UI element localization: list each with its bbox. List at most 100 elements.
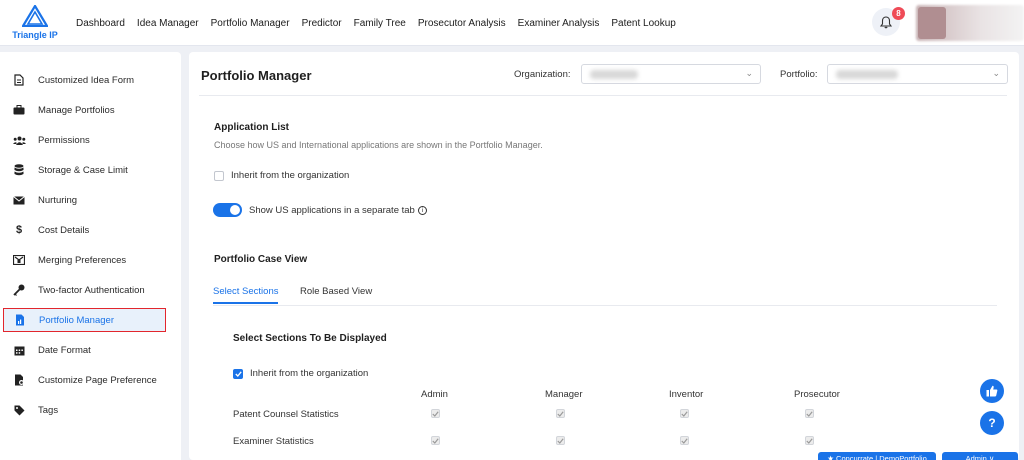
calendar-icon xyxy=(12,343,26,357)
briefcase-icon xyxy=(12,103,26,117)
sidebar-item-tags[interactable]: Tags xyxy=(3,398,166,422)
separate-tab-toggle-row: Show US applications in a separate tab i xyxy=(213,203,427,217)
sidebar-item-customized-idea-form[interactable]: Customized Idea Form xyxy=(3,68,166,92)
row-label-examiner-statistics: Examiner Statistics xyxy=(233,436,314,447)
tag-icon xyxy=(12,403,26,417)
sidebar-item-storage-case-limit[interactable]: Storage & Case Limit xyxy=(3,158,166,182)
portfolio-value-redacted xyxy=(836,70,898,79)
application-list-title: Application List xyxy=(214,122,289,133)
sidebar-item-manage-portfolios[interactable]: Manage Portfolios xyxy=(3,98,166,122)
organization-select[interactable]: ⌄ xyxy=(581,64,761,84)
nav-patent-lookup[interactable]: Patent Lookup xyxy=(611,18,676,29)
sidebar-item-customize-page-preference[interactable]: Customize Page Preference xyxy=(3,368,166,392)
header-divider xyxy=(199,95,1007,96)
sidebar-item-label: Permissions xyxy=(38,134,90,146)
tab-role-based-view[interactable]: Role Based View xyxy=(300,286,372,302)
checkbox[interactable] xyxy=(214,170,224,181)
row-label-patent-counsel-statistics: Patent Counsel Statistics xyxy=(233,409,339,420)
info-icon[interactable]: i xyxy=(417,205,427,215)
merge-icon xyxy=(12,253,26,267)
organization-label: Organization: xyxy=(514,69,571,80)
users-icon xyxy=(12,133,26,147)
nav-family-tree[interactable]: Family Tree xyxy=(354,18,406,29)
help-button[interactable]: ? xyxy=(980,411,1004,435)
separate-tab-toggle-label: Show US applications in a separate tab xyxy=(249,204,415,216)
checkbox-disabled-checked xyxy=(431,409,440,418)
sidebar-item-label: Storage & Case Limit xyxy=(38,164,128,176)
portfolio-select[interactable]: ⌄ xyxy=(827,64,1008,84)
sidebar-item-permissions[interactable]: Permissions xyxy=(3,128,166,152)
file-settings-icon xyxy=(12,373,26,387)
separate-tab-toggle[interactable] xyxy=(213,203,242,217)
settings-sidebar: Customized Idea Form Manage Portfolios P… xyxy=(0,52,181,460)
app-list-inherit-label: Inherit from the organization xyxy=(231,170,350,181)
portfolio-manager-panel: Portfolio Manager Organization: ⌄ Portfo… xyxy=(189,52,1019,460)
portfolio-case-view-title: Portfolio Case View xyxy=(214,254,308,265)
sidebar-item-label: Portfolio Manager xyxy=(39,314,114,326)
notification-count-badge: 8 xyxy=(892,7,905,20)
select-sections-title: Select Sections To Be Displayed xyxy=(233,333,387,344)
checkbox-disabled-checked xyxy=(805,409,814,418)
sidebar-item-label: Customized Idea Form xyxy=(38,74,135,86)
sidebar-item-label: Cost Details xyxy=(38,224,90,236)
question-icon: ? xyxy=(988,416,996,430)
checkbox-disabled-checked xyxy=(556,409,565,418)
checkbox-checked[interactable] xyxy=(233,368,243,379)
sidebar-item-label: Tags xyxy=(38,404,59,416)
envelope-icon xyxy=(12,193,26,207)
avatar[interactable] xyxy=(918,7,946,39)
concurrate-demo-button[interactable]: ★ Concurrate | DemoPortfolio xyxy=(818,452,936,460)
brand-name: Triangle IP xyxy=(12,30,58,40)
checkmark-icon xyxy=(234,370,242,377)
chevron-down-icon: ⌄ xyxy=(992,68,1000,78)
page-title: Portfolio Manager xyxy=(201,68,312,83)
checkbox-disabled-checked xyxy=(556,436,565,445)
sidebar-item-label: Nurturing xyxy=(38,194,78,206)
sidebar-item-label: Manage Portfolios xyxy=(38,104,115,116)
sections-inherit-checkbox[interactable]: Inherit from the organization xyxy=(233,368,368,379)
bell-icon xyxy=(880,15,892,28)
organization-value-redacted xyxy=(590,70,638,79)
checkbox-disabled-checked xyxy=(431,436,440,445)
triangle-logo-icon xyxy=(22,5,48,27)
sidebar-item-label: Date Format xyxy=(38,344,91,356)
sidebar-item-label: Two-factor Authentication xyxy=(38,284,145,296)
thumbs-up-icon xyxy=(986,385,998,397)
document-icon xyxy=(12,73,26,87)
app-list-inherit-checkbox[interactable]: Inherit from the organization xyxy=(214,170,349,181)
key-icon xyxy=(12,283,26,297)
column-header-manager: Manager xyxy=(545,389,583,400)
sidebar-item-nurturing[interactable]: Nurturing xyxy=(3,188,166,212)
database-icon xyxy=(12,163,26,177)
sidebar-item-date-format[interactable]: Date Format xyxy=(3,338,166,362)
nav-idea-manager[interactable]: Idea Manager xyxy=(137,18,199,29)
application-list-description: Choose how US and International applicat… xyxy=(214,140,543,150)
tab-select-sections[interactable]: Select Sections xyxy=(213,286,279,304)
brand-logo[interactable]: Triangle IP xyxy=(12,5,58,41)
admin-menu-button[interactable]: Admin ∨ xyxy=(942,452,1018,460)
nav-examiner-analysis[interactable]: Examiner Analysis xyxy=(518,18,600,29)
sidebar-item-label: Customize Page Preference xyxy=(38,374,157,386)
nav-portfolio-manager[interactable]: Portfolio Manager xyxy=(211,18,290,29)
nav-dashboard[interactable]: Dashboard xyxy=(76,18,125,29)
column-header-prosecutor: Prosecutor xyxy=(794,389,840,400)
portfolio-label: Portfolio: xyxy=(780,69,818,80)
sidebar-item-two-factor-authentication[interactable]: Two-factor Authentication xyxy=(3,278,166,302)
checkbox-disabled-checked xyxy=(680,409,689,418)
column-header-admin: Admin xyxy=(421,389,448,400)
column-header-inventor: Inventor xyxy=(669,389,704,400)
file-chart-icon xyxy=(13,313,27,327)
checkbox-disabled-checked xyxy=(805,436,814,445)
feedback-button[interactable] xyxy=(980,379,1004,403)
nav-prosecutor-analysis[interactable]: Prosecutor Analysis xyxy=(418,18,506,29)
sidebar-item-merging-preferences[interactable]: Merging Preferences xyxy=(3,248,166,272)
nav-predictor[interactable]: Predictor xyxy=(302,18,342,29)
main-nav: Dashboard Idea Manager Portfolio Manager… xyxy=(70,0,682,46)
sidebar-item-cost-details[interactable]: $ Cost Details xyxy=(3,218,166,242)
dollar-icon: $ xyxy=(15,224,23,236)
chevron-down-icon: ⌄ xyxy=(745,68,753,78)
checkbox-disabled-checked xyxy=(680,436,689,445)
sidebar-item-portfolio-manager[interactable]: Portfolio Manager xyxy=(3,308,166,332)
sections-inherit-label: Inherit from the organization xyxy=(250,368,369,379)
top-navigation-bar: Triangle IP Dashboard Idea Manager Portf… xyxy=(0,0,1024,46)
